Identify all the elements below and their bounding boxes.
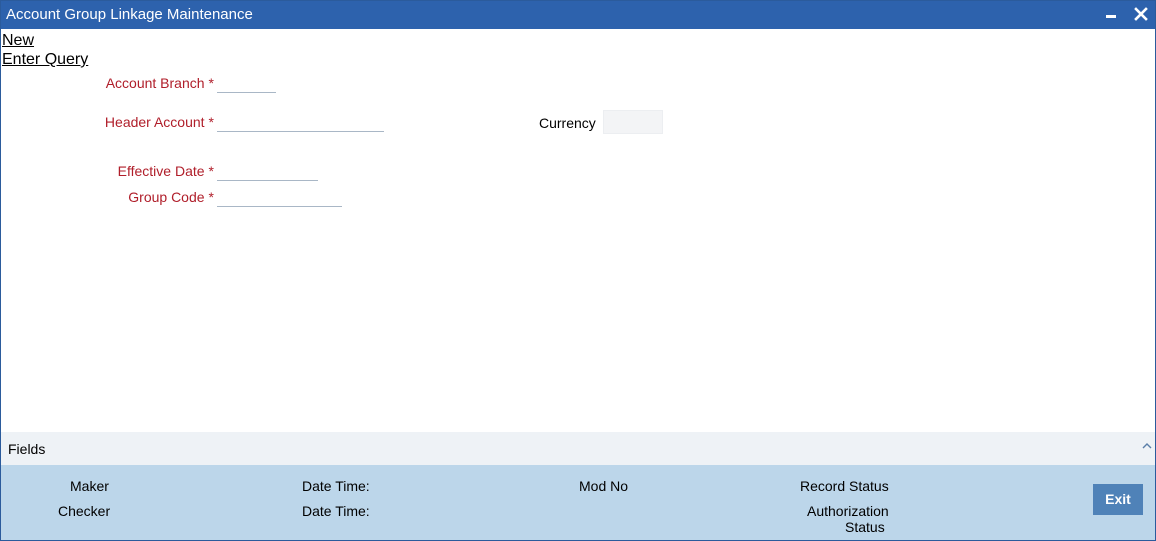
window-title: Account Group Linkage Maintenance bbox=[6, 6, 253, 23]
account-group-linkage-window: Account Group Linkage Maintenance New En… bbox=[0, 0, 1156, 541]
exit-button[interactable]: Exit bbox=[1093, 484, 1143, 515]
new-link[interactable]: New bbox=[2, 32, 34, 50]
mod-no-label: Mod No bbox=[579, 478, 629, 494]
account-branch-label-text: Account Branch bbox=[105, 75, 205, 91]
group-code-label-text: Group Code bbox=[128, 189, 205, 205]
account-branch-label: Account Branch * bbox=[106, 75, 214, 91]
authorization-status-label-line2: Status bbox=[845, 519, 885, 535]
checker-label: Checker bbox=[58, 503, 111, 519]
currency-label: Currency bbox=[539, 115, 596, 131]
required-marker: * bbox=[208, 189, 214, 205]
effective-date-label: Effective Date * bbox=[118, 163, 214, 179]
fields-label: Fields bbox=[8, 441, 46, 457]
required-marker: * bbox=[208, 114, 214, 130]
authorization-status-label-line1: Authorization bbox=[807, 503, 889, 519]
enter-query-link[interactable]: Enter Query bbox=[2, 51, 88, 69]
effective-date-input[interactable] bbox=[217, 162, 318, 181]
group-code-label: Group Code * bbox=[128, 189, 214, 205]
header-account-input[interactable] bbox=[217, 113, 384, 132]
close-icon[interactable] bbox=[1132, 5, 1150, 23]
header-account-label: Header Account * bbox=[105, 114, 214, 130]
effective-date-label-text: Effective Date bbox=[117, 163, 205, 179]
maker-datetime-label: Date Time: bbox=[302, 478, 370, 494]
maker-label: Maker bbox=[70, 478, 109, 494]
chevron-up-icon[interactable] bbox=[1142, 437, 1152, 453]
currency-field bbox=[603, 110, 663, 134]
checker-datetime-label: Date Time: bbox=[302, 503, 370, 519]
minimize-icon[interactable] bbox=[1103, 5, 1121, 23]
audit-panel: Maker Date Time: Mod No Record Status Ch… bbox=[1, 465, 1155, 540]
fields-section-bar[interactable]: Fields bbox=[1, 432, 1155, 465]
required-marker: * bbox=[208, 163, 214, 179]
account-branch-input[interactable] bbox=[217, 74, 276, 93]
required-marker: * bbox=[208, 75, 214, 91]
window-titlebar: Account Group Linkage Maintenance bbox=[1, 1, 1155, 29]
header-account-label-text: Header Account bbox=[104, 114, 205, 130]
group-code-input[interactable] bbox=[217, 188, 342, 207]
record-status-label: Record Status bbox=[800, 478, 889, 494]
